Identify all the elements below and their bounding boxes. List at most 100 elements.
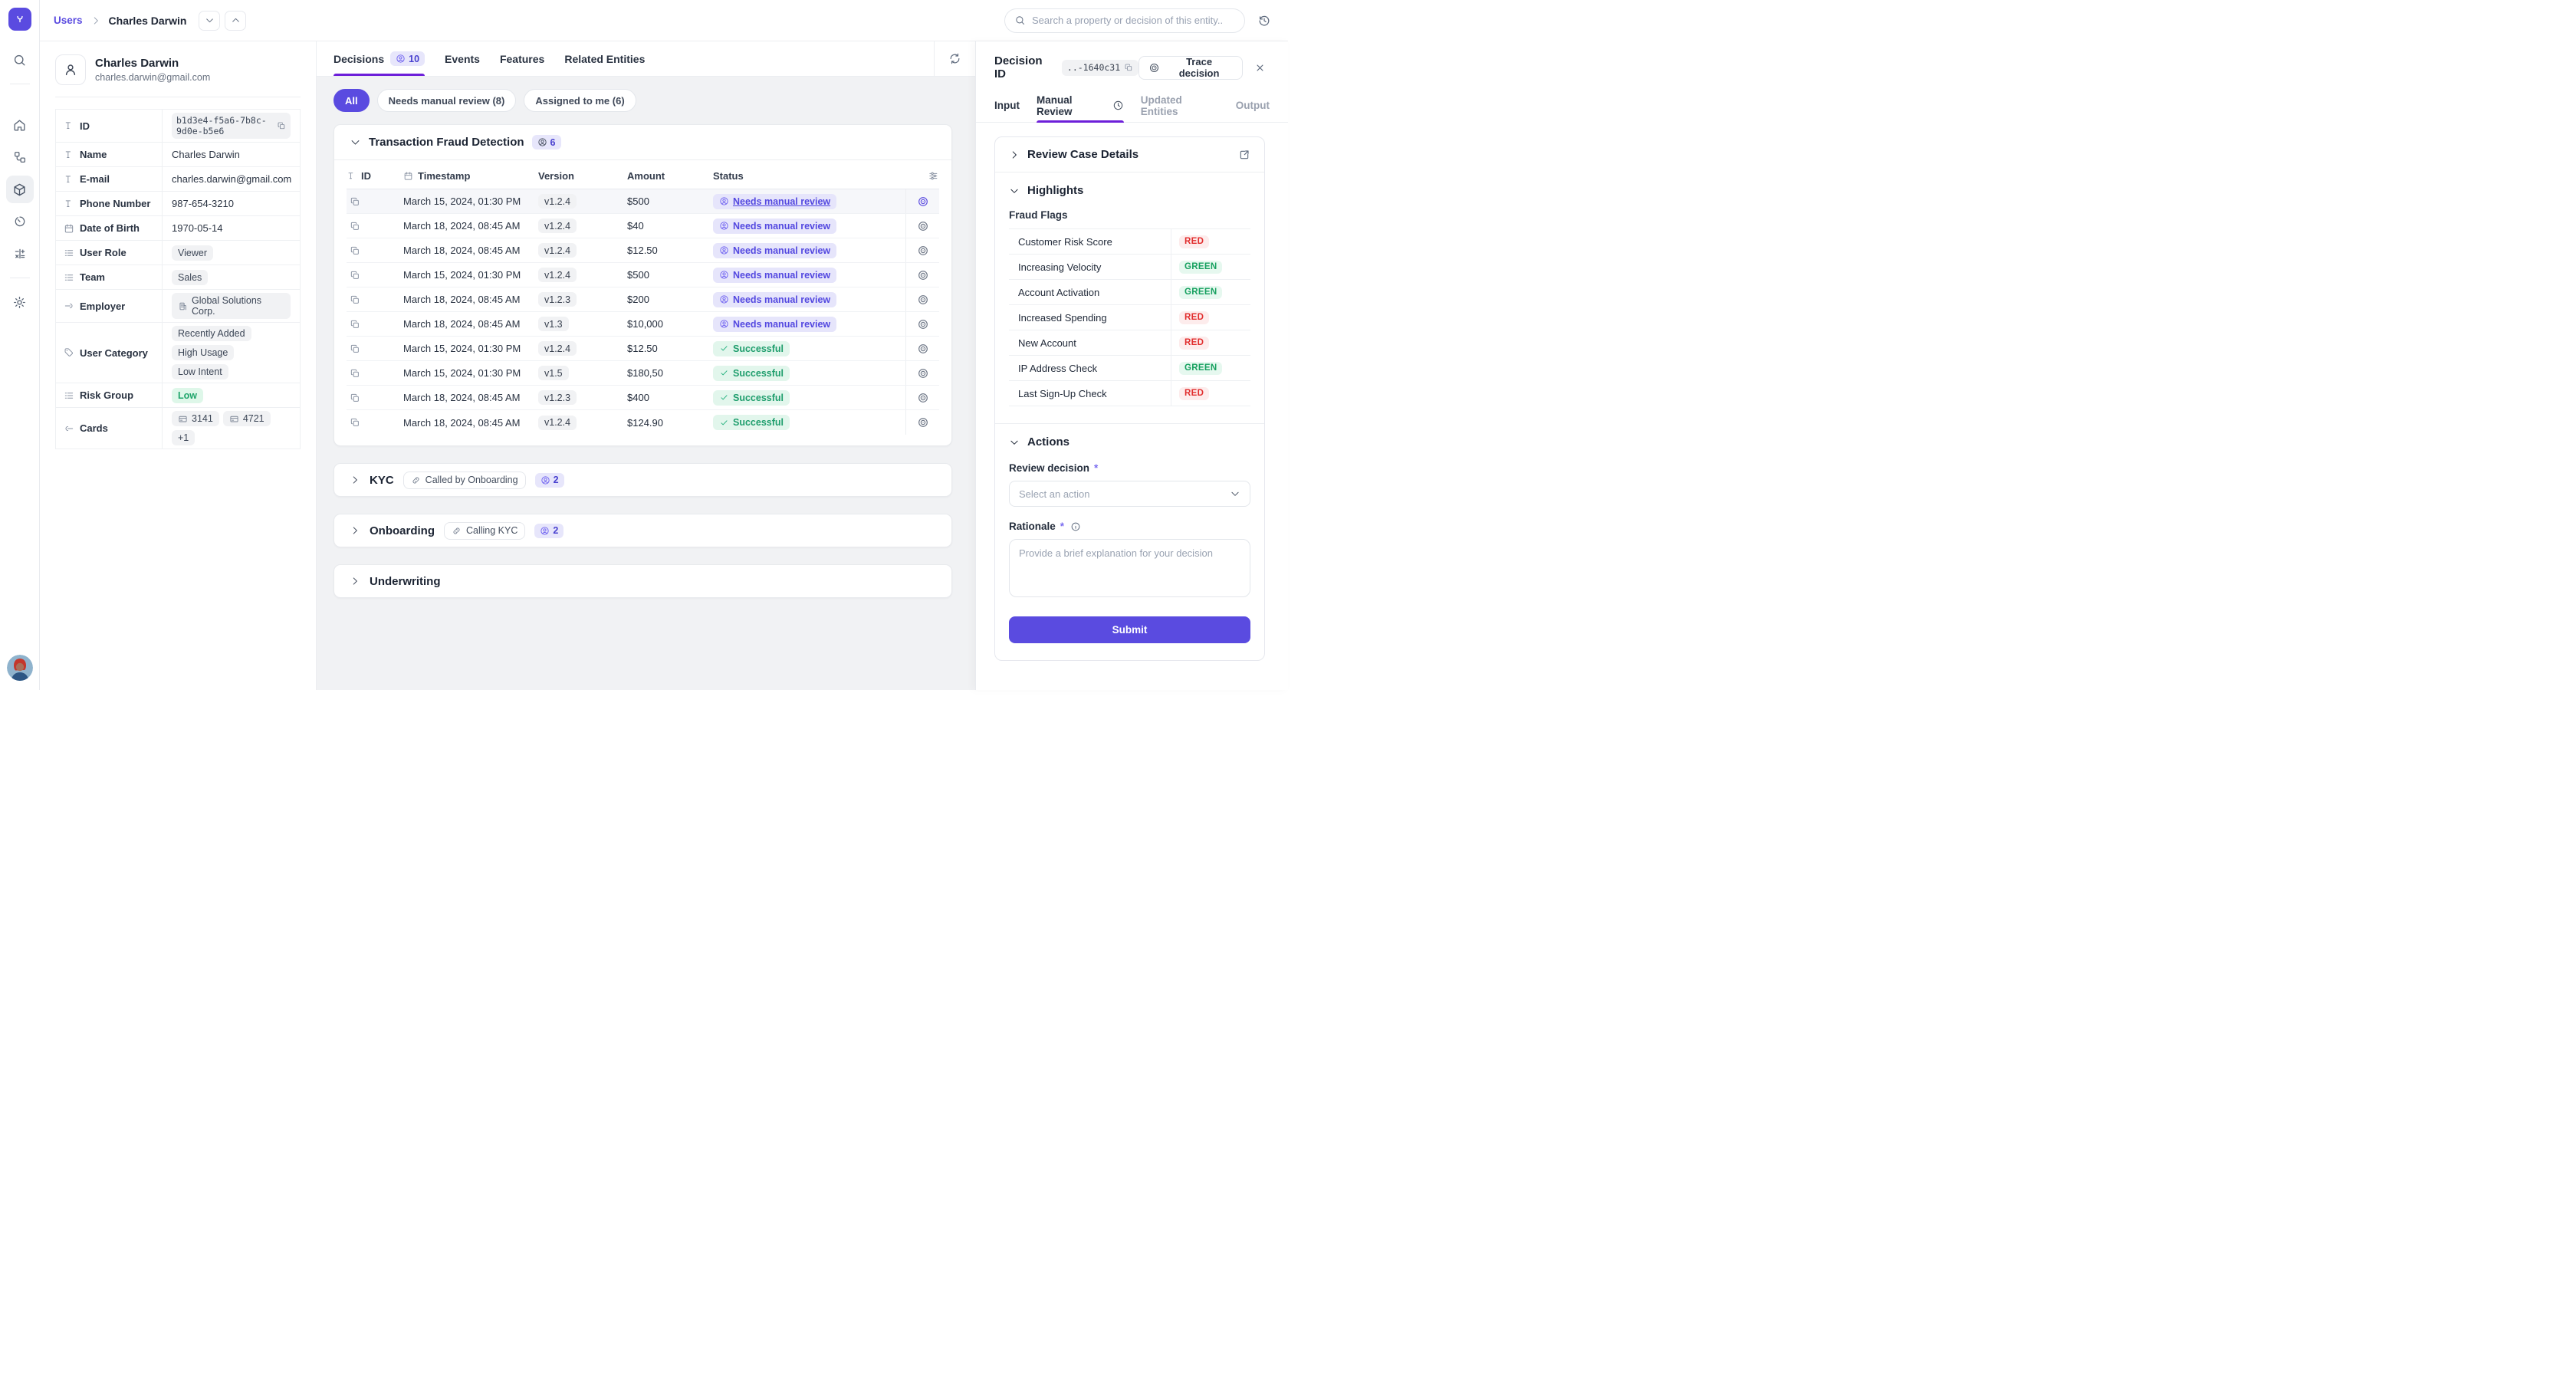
- amount-cell: $10,000: [627, 318, 663, 330]
- entity-next-button[interactable]: [199, 10, 221, 31]
- close-drawer-button[interactable]: [1252, 60, 1268, 76]
- view-decision-button[interactable]: [905, 214, 939, 238]
- decision-id-chip: ..-1640c31: [1061, 59, 1139, 76]
- fraud-flag-row: Increased Spending RED: [1009, 305, 1250, 330]
- rail-history-button[interactable]: [6, 208, 34, 235]
- copy-icon[interactable]: [350, 417, 360, 428]
- drawer-tab-input[interactable]: Input: [994, 89, 1020, 122]
- view-decision-button[interactable]: [905, 361, 939, 385]
- drawer-tab-manual-review[interactable]: Manual Review: [1037, 89, 1124, 123]
- decision-row[interactable]: March 15, 2024, 01:30 PM v1.2.4 $500 Needs …: [347, 189, 939, 214]
- status-cell: Needs manual review: [713, 193, 905, 209]
- view-decision-button[interactable]: [905, 263, 939, 287]
- user-avatar[interactable]: [6, 655, 33, 681]
- breadcrumb-users-link[interactable]: Users: [54, 15, 83, 26]
- card-chip[interactable]: 3141: [172, 411, 219, 426]
- value-chip: Viewer: [172, 245, 213, 261]
- decision-row[interactable]: March 18, 2024, 08:45 AM v1.2.3 $200 Needs …: [347, 288, 939, 312]
- more-cards-chip[interactable]: +1: [172, 430, 196, 445]
- chev-right-icon: [350, 475, 360, 485]
- copy-icon[interactable]: [350, 294, 360, 305]
- rail-calculator-button[interactable]: [6, 240, 34, 268]
- view-decision-button[interactable]: [905, 410, 939, 435]
- amount-cell: $200: [627, 294, 649, 305]
- target-icon: [917, 318, 929, 330]
- section-card-kyc[interactable]: KYC Called by Onboarding 2: [334, 463, 952, 497]
- view-decision-button[interactable]: [905, 337, 939, 360]
- copy-icon[interactable]: [350, 343, 360, 354]
- rail-home-button[interactable]: [6, 111, 34, 139]
- view-decision-button[interactable]: [905, 238, 939, 262]
- highlights-header[interactable]: Highlights: [1009, 184, 1250, 197]
- person-circle-icon: [540, 475, 550, 485]
- copy-icon[interactable]: [1124, 63, 1133, 72]
- section-card-onboarding[interactable]: Onboarding Calling KYC 2: [334, 514, 952, 547]
- rail-workflow-button[interactable]: [6, 143, 34, 171]
- drawer-tab-updated-entities[interactable]: Updated Entities: [1141, 89, 1219, 122]
- review-decision-label: Review decision *: [1009, 462, 1099, 474]
- flag-name: Last Sign-Up Check: [1018, 387, 1107, 399]
- entity-chip[interactable]: Global Solutions Corp.: [172, 293, 291, 319]
- filter-needs-manual-review[interactable]: Needs manual review (8): [376, 89, 517, 112]
- view-decision-button[interactable]: [905, 386, 939, 409]
- field-label-text: Cards: [80, 422, 108, 434]
- decision-row[interactable]: March 18, 2024, 08:45 AM v1.3 $10,000 Needs…: [347, 312, 939, 337]
- copy-icon[interactable]: [350, 221, 360, 232]
- target-icon: [917, 269, 929, 281]
- rail-entities-button[interactable]: [5, 176, 34, 203]
- field-value: b1d3e4-f5a6-7b8c-9d0e-b5e6: [163, 110, 300, 142]
- copy-icon[interactable]: [350, 368, 360, 379]
- card-chip[interactable]: 4721: [222, 411, 271, 426]
- app-logo-icon[interactable]: [8, 8, 31, 31]
- copy-icon[interactable]: [350, 245, 360, 256]
- copy-icon[interactable]: [350, 319, 360, 330]
- profile-header: Charles Darwin charles.darwin@gmail.com: [40, 41, 316, 97]
- decision-row[interactable]: March 18, 2024, 08:45 AM v1.2.3 $400 Succes…: [347, 386, 939, 410]
- rel-out-icon: [64, 301, 74, 311]
- history-button[interactable]: [1254, 11, 1274, 31]
- global-search[interactable]: [1004, 8, 1245, 33]
- rail-settings-button[interactable]: [6, 288, 34, 316]
- tab-decisions[interactable]: Decisions 10: [334, 41, 426, 76]
- version-cell: v1.5: [538, 366, 627, 380]
- fraud-flags-label: Fraud Flags: [1009, 209, 1068, 221]
- status-badge: Successful: [713, 340, 790, 356]
- transaction-section-header[interactable]: Transaction Fraud Detection 6: [334, 125, 951, 160]
- view-decision-button[interactable]: [905, 189, 939, 213]
- check-icon: [719, 343, 729, 353]
- decision-row[interactable]: March 15, 2024, 01:30 PM v1.5 $180,50 Succe…: [347, 361, 939, 386]
- entity-prev-button[interactable]: [225, 10, 247, 31]
- search-input[interactable]: [1032, 15, 1235, 26]
- decision-row[interactable]: March 15, 2024, 01:30 PM v1.2.4 $12.50 Succ…: [347, 337, 939, 361]
- view-decision-button[interactable]: [905, 288, 939, 311]
- view-decision-button[interactable]: [905, 312, 939, 336]
- actions-header[interactable]: Actions: [1009, 435, 1250, 449]
- rationale-input[interactable]: [1009, 539, 1250, 597]
- decision-row[interactable]: March 18, 2024, 08:45 AM v1.2.4 $12.50 Need…: [347, 238, 939, 263]
- tab-features[interactable]: Features: [500, 41, 544, 76]
- review-case-details-section[interactable]: Review Case Details: [995, 137, 1264, 172]
- tag-icon: [64, 347, 74, 358]
- table-settings-button[interactable]: [905, 170, 939, 182]
- timestamp-cell: March 18, 2024, 08:45 AM: [403, 392, 521, 403]
- external-link-icon[interactable]: [1238, 149, 1250, 161]
- drawer-tab-output[interactable]: Output: [1236, 89, 1270, 122]
- trace-decision-button[interactable]: Trace decision: [1138, 55, 1243, 80]
- section-card-underwriting[interactable]: Underwriting: [334, 564, 952, 598]
- review-decision-select[interactable]: Select an action: [1009, 481, 1250, 507]
- tab-events[interactable]: Events: [445, 41, 480, 76]
- rail-search-button[interactable]: [6, 46, 34, 74]
- decision-row[interactable]: March 18, 2024, 08:45 AM v1.2.4 $124.90 Suc…: [347, 410, 939, 435]
- copy-icon[interactable]: [350, 196, 360, 207]
- decision-row[interactable]: March 18, 2024, 08:45 AM v1.2.4 $40 Needs m…: [347, 214, 939, 238]
- decision-row[interactable]: March 15, 2024, 01:30 PM v1.2.4 $500 Needs …: [347, 263, 939, 288]
- copy-icon[interactable]: [350, 270, 360, 281]
- copy-icon[interactable]: [350, 393, 360, 403]
- submit-button[interactable]: Submit: [1009, 616, 1250, 643]
- filter-all[interactable]: All: [334, 89, 370, 112]
- copy-icon[interactable]: [277, 121, 286, 130]
- filter-assigned-to-me[interactable]: Assigned to me (6): [524, 89, 636, 112]
- refresh-button[interactable]: [945, 49, 964, 68]
- field-label: E-mail: [56, 167, 163, 191]
- tab-related-entities[interactable]: Related Entities: [564, 41, 645, 76]
